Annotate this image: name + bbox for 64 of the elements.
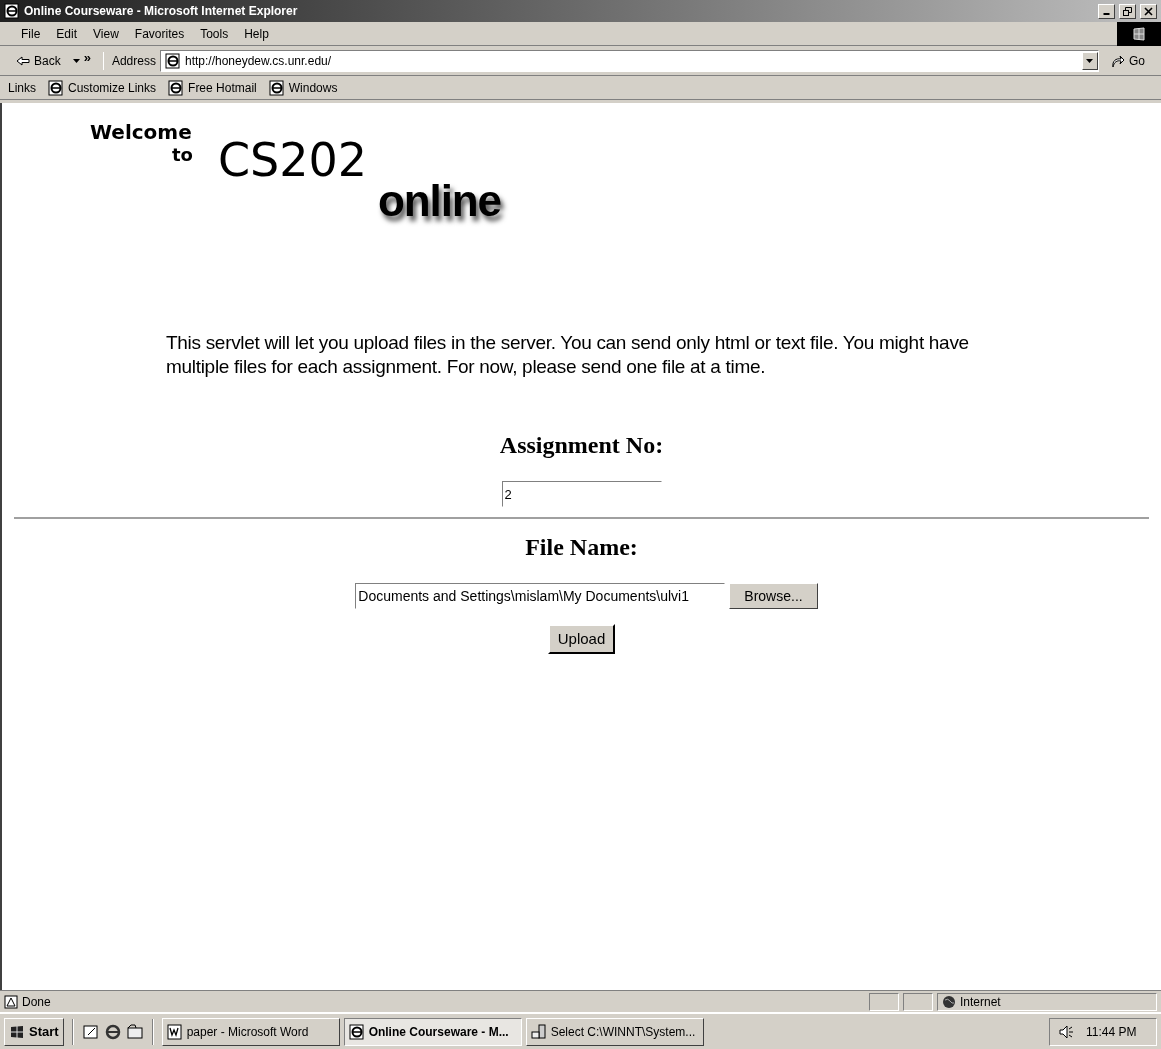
taskbar-button[interactable]: Select C:\WINNT\System... (525, 1017, 704, 1046)
menu-item[interactable]: File (14, 24, 48, 43)
browse-button[interactable]: Browse... (729, 583, 818, 609)
logo-welcome: Welcome (90, 119, 192, 146)
address-label: Address (102, 51, 156, 70)
page-icon (164, 52, 181, 69)
globe-icon (942, 994, 956, 1009)
link-item[interactable]: Free Hotmail (168, 78, 257, 97)
back-arrow-icon (16, 55, 30, 66)
folder-icon[interactable] (125, 1022, 144, 1041)
clock: 11:44 PM (1086, 1023, 1137, 1041)
file-name-heading: File Name: (525, 533, 638, 562)
logo-online: online (378, 179, 501, 223)
windows-logo-icon (9, 1024, 25, 1039)
status-pane (869, 992, 899, 1011)
address-field[interactable]: http://honeydew.cs.unr.edu/ (159, 49, 1099, 72)
dropdown-icon (72, 58, 80, 63)
desktop-icon[interactable] (81, 1022, 100, 1041)
page-status-icon (4, 994, 18, 1009)
dropdown-icon (1086, 58, 1094, 63)
status-pane (903, 992, 933, 1011)
toolbar-overflow[interactable]: » (83, 47, 99, 68)
close-button[interactable] (1140, 3, 1157, 19)
minimize-button[interactable] (1098, 3, 1115, 19)
intro-paragraph: This servlet will let you upload files in the server. You can send only html or text file. You might have multiple files for each assignment. For now, please send one file at a time. (166, 331, 970, 379)
upload-button[interactable]: Upload (547, 624, 616, 654)
menu-item[interactable]: View (86, 24, 126, 43)
links-label: Links (8, 79, 36, 97)
menu-item[interactable]: Edit (49, 24, 85, 43)
browser-icon[interactable] (103, 1022, 122, 1041)
file-path-input[interactable]: Documents and Settings\mislam\My Documents\ulvi1 (355, 583, 726, 609)
browser-icon (348, 1023, 365, 1040)
zone-text: Internet (960, 993, 1001, 1011)
browser-icon (4, 3, 20, 19)
page-icon (268, 79, 285, 96)
window-title: Online Courseware - Microsoft Internet Explorer (24, 3, 299, 20)
taskbar-button[interactable]: paper - Microsoft Word (161, 1017, 340, 1046)
taskbar-button[interactable]: Online Courseware - M... (343, 1017, 522, 1046)
link-item[interactable]: Customize Links (48, 78, 157, 97)
assignment-input[interactable]: 2 (501, 481, 662, 507)
restore-icon (1123, 6, 1132, 16)
minimize-icon (1102, 13, 1111, 15)
assignment-heading: Assignment No: (499, 431, 664, 460)
start-button[interactable]: Start (4, 1017, 64, 1046)
go-button[interactable]: Go (1103, 51, 1153, 70)
computer-icon (530, 1023, 547, 1040)
address-text: http://honeydew.cs.unr.edu/ (184, 52, 333, 70)
menu-item[interactable]: Tools (193, 24, 236, 43)
logo-course: CS202 (218, 137, 368, 183)
back-button[interactable]: Back (8, 51, 69, 70)
speaker-icon[interactable] (1058, 1023, 1074, 1040)
close-icon (1144, 6, 1153, 16)
address-dropdown-button[interactable] (1082, 51, 1098, 70)
page-icon (48, 79, 64, 96)
menu-item[interactable]: Help (237, 24, 276, 43)
status-text: Done (22, 993, 52, 1011)
restore-button[interactable] (1119, 3, 1136, 19)
menu-item[interactable]: Favorites (127, 24, 192, 43)
document-icon (166, 1023, 183, 1040)
logo-to: to (172, 143, 193, 167)
go-arrow-icon (1111, 53, 1125, 68)
windows-logo-icon (1131, 25, 1147, 42)
page-icon (168, 79, 185, 96)
link-item[interactable]: Windows (268, 78, 338, 97)
